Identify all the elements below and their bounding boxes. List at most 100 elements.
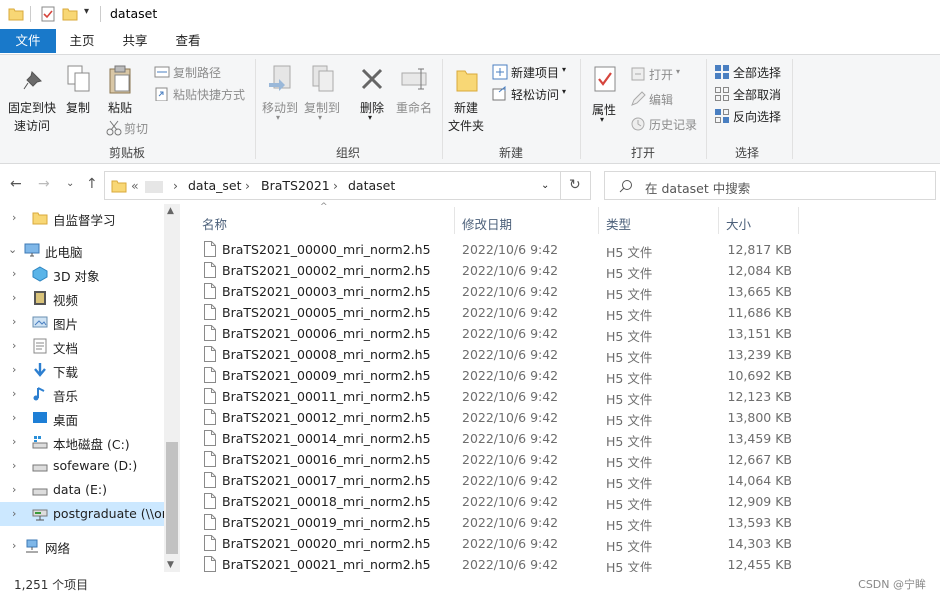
refresh-icon: ↻ [569, 177, 581, 193]
file-row[interactable]: BraTS2021_00019_mri_norm2.h5 2022/10/6 9:… [200, 512, 800, 533]
invert-selection-button[interactable]: 反向选择 [714, 107, 790, 125]
nav-item-drive-e[interactable]: › data (E:) [0, 478, 164, 502]
search-input[interactable]: 在 dataset 中搜索 [604, 171, 936, 200]
expand-chevron-icon[interactable]: › [12, 291, 16, 304]
nav-item-downloads[interactable]: › 下载 [0, 358, 164, 382]
column-divider[interactable] [454, 207, 455, 234]
back-arrow-icon[interactable]: ← [10, 176, 22, 192]
breadcrumb-brats2021[interactable]: BraTS2021 [261, 178, 330, 193]
file-row[interactable]: BraTS2021_00005_mri_norm2.h5 2022/10/6 9:… [200, 302, 800, 323]
file-row[interactable]: BraTS2021_00011_mri_norm2.h5 2022/10/6 9:… [200, 386, 800, 407]
scroll-up-arrow-icon[interactable]: ▲ [167, 206, 174, 216]
up-arrow-icon[interactable]: ↑ [86, 176, 98, 192]
file-row[interactable]: BraTS2021_00016_mri_norm2.h5 2022/10/6 9:… [200, 449, 800, 470]
properties-quick-icon[interactable] [40, 6, 56, 22]
invert-selection-label: 反向选择 [733, 110, 782, 124]
clipboard-group-label: 剪贴板 [108, 146, 145, 160]
address-dropdown-icon[interactable]: ⌄ [541, 180, 549, 191]
edit-button[interactable]: 编辑 [630, 90, 690, 108]
file-row[interactable]: BraTS2021_00006_mri_norm2.h5 2022/10/6 9:… [200, 323, 800, 344]
history-button[interactable]: 历史记录 [630, 115, 702, 133]
column-header-name[interactable]: 名称 [202, 214, 227, 233]
forward-arrow-icon[interactable]: → [38, 176, 50, 192]
expand-chevron-icon[interactable]: › [12, 539, 16, 552]
rename-button[interactable]: 重命名 [394, 63, 436, 119]
move-to-button[interactable]: 移动到 ▾ [260, 63, 300, 125]
expand-chevron-icon[interactable]: › [12, 483, 16, 496]
new-folder-label-2: 文件夹 [448, 119, 485, 133]
easy-access-button[interactable]: 轻松访问 ▾ [492, 85, 574, 103]
file-row[interactable]: BraTS2021_00012_mri_norm2.h5 2022/10/6 9:… [200, 407, 800, 428]
properties-button[interactable]: 属性 ▾ [586, 63, 624, 129]
file-row[interactable]: BraTS2021_00018_mri_norm2.h5 2022/10/6 9:… [200, 491, 800, 512]
file-row[interactable]: BraTS2021_00017_mri_norm2.h5 2022/10/6 9:… [200, 470, 800, 491]
delete-button[interactable]: 删除 ▾ [354, 63, 390, 125]
collapse-chevron-icon[interactable]: ⌄ [8, 243, 17, 256]
nav-item-network[interactable]: › 网络 [0, 534, 164, 558]
column-header-size[interactable]: 大小 [726, 214, 751, 233]
select-all-button[interactable]: 全部选择 [714, 63, 790, 81]
file-row[interactable]: BraTS2021_00008_mri_norm2.h5 2022/10/6 9:… [200, 344, 800, 365]
file-row[interactable]: BraTS2021_00014_mri_norm2.h5 2022/10/6 9:… [200, 428, 800, 449]
file-size: 12,123 KB [727, 389, 792, 404]
breadcrumb-data-set[interactable]: data_set [188, 178, 242, 193]
refresh-button[interactable]: ↻ [561, 171, 591, 200]
nav-item-this-pc[interactable]: ⌄ 此电脑 [0, 238, 164, 262]
scroll-down-arrow-icon[interactable]: ▼ [167, 560, 174, 570]
column-divider[interactable] [598, 207, 599, 234]
nav-item-music[interactable]: › 音乐 [0, 382, 164, 406]
open-button[interactable]: 打开 ▾ [630, 65, 690, 83]
nav-item-pictures[interactable]: › 图片 [0, 310, 164, 334]
copy-to-button[interactable]: 复制到 ▾ [302, 63, 342, 125]
address-field[interactable]: « › data_set › BraTS2021 › dataset ⌄ [104, 171, 561, 200]
column-header-date[interactable]: 修改日期 [462, 214, 512, 233]
file-row[interactable]: BraTS2021_00002_mri_norm2.h5 2022/10/6 9:… [200, 260, 800, 281]
nav-item-desktop[interactable]: › 桌面 [0, 406, 164, 430]
expand-chevron-icon[interactable]: › [12, 363, 16, 376]
expand-chevron-icon[interactable]: › [12, 507, 16, 520]
file-row[interactable]: BraTS2021_00000_mri_norm2.h5 2022/10/6 9:… [200, 239, 800, 260]
expand-chevron-icon[interactable]: › [12, 267, 16, 280]
new-folder-button[interactable]: 新建 文件夹 [446, 63, 490, 139]
expand-chevron-icon[interactable]: › [12, 315, 16, 328]
file-row[interactable]: BraTS2021_00009_mri_norm2.h5 2022/10/6 9:… [200, 365, 800, 386]
file-row[interactable]: BraTS2021_00003_mri_norm2.h5 2022/10/6 9:… [200, 281, 800, 302]
cut-button[interactable]: 剪切 [106, 119, 154, 137]
customize-quick-access-icon[interactable]: ▾ [84, 6, 89, 17]
nav-item-videos[interactable]: › 视频 [0, 286, 164, 310]
expand-chevron-icon[interactable]: › [12, 435, 16, 448]
expand-chevron-icon[interactable]: › [12, 339, 16, 352]
expand-chevron-icon[interactable]: › [12, 459, 16, 472]
file-name: BraTS2021_00014_mri_norm2.h5 [222, 431, 431, 446]
column-divider[interactable] [798, 207, 799, 234]
breadcrumb-dataset[interactable]: dataset [348, 178, 395, 193]
copy-path-button[interactable]: 复制路径 [154, 63, 234, 81]
pin-to-quick-access-button[interactable]: 固定到快 速访问 [4, 63, 60, 133]
new-folder-quick-icon[interactable] [62, 6, 78, 22]
tab-view[interactable]: 查看 [166, 29, 210, 53]
expand-chevron-icon[interactable]: › [12, 411, 16, 424]
paste-button[interactable]: 粘贴 [102, 63, 138, 119]
nav-scrollbar-thumb[interactable] [166, 442, 178, 554]
select-none-button[interactable]: 全部取消 [714, 85, 790, 103]
recent-locations-chevron-icon[interactable]: ⌄ [66, 178, 74, 189]
nav-item-drive-c[interactable]: › 本地磁盘 (C:) [0, 430, 164, 454]
expand-chevron-icon[interactable]: › [12, 211, 16, 224]
nav-item-documents[interactable]: › 文档 [0, 334, 164, 358]
tab-home[interactable]: 主页 [60, 29, 104, 53]
copy-button[interactable]: 复制 [62, 63, 96, 119]
nav-item-postgraduate[interactable]: › postgraduate (\\or [0, 502, 164, 526]
tab-share[interactable]: 共享 [113, 29, 157, 53]
paste-shortcut-button[interactable]: 粘贴快捷方式 [154, 85, 250, 103]
column-divider[interactable] [718, 207, 719, 234]
nav-item-3d-objects[interactable]: › 3D 对象 [0, 262, 164, 286]
breadcrumb-overflow[interactable]: « [131, 178, 139, 193]
new-item-button[interactable]: 新建项目 ▾ [492, 63, 574, 81]
nav-item-drive-d[interactable]: › sofeware (D:) [0, 454, 164, 478]
tab-file[interactable]: 文件 [0, 29, 56, 53]
expand-chevron-icon[interactable]: › [12, 387, 16, 400]
file-name: BraTS2021_00002_mri_norm2.h5 [222, 263, 431, 278]
nav-item-quick-access[interactable]: › 自监督学习 [0, 206, 164, 230]
file-row[interactable]: BraTS2021_00020_mri_norm2.h5 2022/10/6 9:… [200, 533, 800, 554]
column-header-type[interactable]: 类型 [606, 214, 631, 233]
